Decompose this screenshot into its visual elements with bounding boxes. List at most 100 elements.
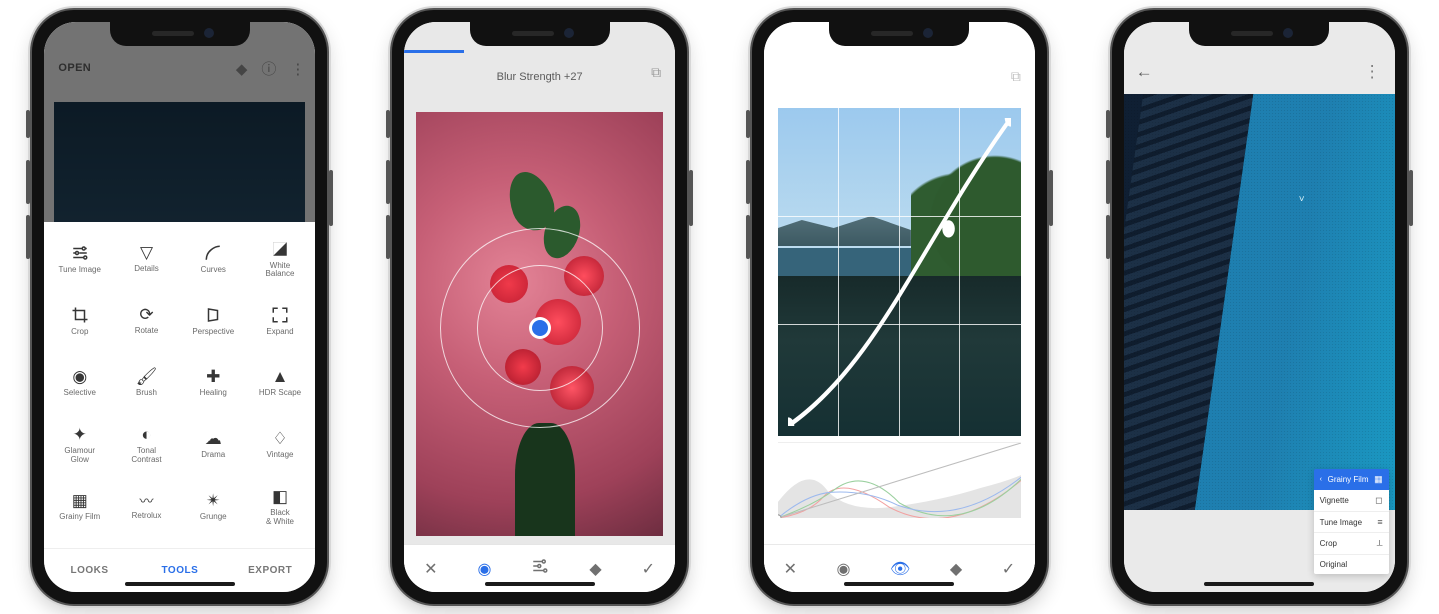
curves-icon [204,244,222,262]
stack-item-tune-image[interactable]: Tune Image ≡ [1314,512,1389,533]
tool-label: White Balance [266,262,295,279]
rotate-icon: ⟳ [139,306,153,323]
vintage-icon: ♢ [272,430,287,447]
white-balance-icon [271,240,289,258]
device-notch [110,22,250,46]
healing-icon: ✚ [206,368,220,385]
tool-label: HDR Scape [259,389,301,397]
stack-selected[interactable]: ‹ Grainy Film ▦ [1314,469,1389,490]
photo-canvas[interactable] [416,112,663,536]
curve-control[interactable] [788,118,1011,426]
device-notch [1189,22,1329,46]
stack-item-vignette[interactable]: Vignette ◻ [1314,490,1389,512]
invert-button[interactable]: ◆ [589,559,601,579]
details-icon: ▽ [140,244,153,261]
param-slider-fill [404,50,464,53]
eraser-button[interactable]: ◆ [950,559,962,579]
tool-label: Glamour Glow [64,447,95,464]
photo-canvas[interactable]: ˅ [1124,94,1395,510]
crop-mini-icon: ⟂ [1377,538,1383,549]
device-notch [829,22,969,46]
tool-label: Black & White [266,509,294,526]
home-indicator [844,582,954,586]
phone-curves: ⧉ [752,10,1047,604]
tool-details[interactable]: ▽ Details [113,228,180,290]
more-button[interactable]: ⋮ [1364,62,1381,82]
perspective-icon [204,306,222,324]
grunge-icon: ✴ [206,492,220,509]
tool-tune-image[interactable]: Tune Image [46,228,113,290]
param-readout: Blur Strength +27 [404,64,675,90]
crop-icon [71,306,89,324]
phone-lens-blur: Blur Strength +27 ⧉ ✕ ◉ ◆ [392,10,687,604]
phone-tools-panel: OPEN ◆ ⓘ ⋮ Tune Image ▽ Details [32,10,327,604]
back-button[interactable]: ← [1136,62,1153,82]
tool-label: Tonal Contrast [131,447,161,464]
tool-grunge[interactable]: ✴ Grunge [180,476,247,538]
tool-retrolux[interactable]: 〰 Retrolux [113,476,180,538]
tool-label: Expand [266,328,293,336]
apply-button[interactable]: ✓ [1002,559,1015,579]
channel-select-button[interactable]: 👁 [890,559,910,579]
stack-item-original[interactable]: Original [1314,555,1389,574]
device-notch [470,22,610,46]
stack-item-label: Crop [1320,539,1337,548]
tool-label: Healing [200,389,227,397]
tool-grainy-film[interactable]: ▦ Grainy Film [46,476,113,538]
tool-rotate[interactable]: ⟳ Rotate [113,290,180,352]
tool-white-balance[interactable]: White Balance [247,228,314,290]
grainy-film-mini-icon: ▦ [1374,474,1383,485]
glamour-glow-icon: ✦ [73,426,87,443]
cancel-button[interactable]: ✕ [784,559,797,579]
tab-looks[interactable]: LOOKS [44,549,134,592]
stack-item-label: Vignette [1320,496,1349,505]
tool-label: Details [134,265,158,273]
tool-crop[interactable]: Crop [46,290,113,352]
tool-drama[interactable]: ☁ Drama [180,414,247,476]
tool-label: Selective [64,389,96,397]
grainy-film-icon: ▦ [72,492,88,509]
stack-item-label: Original [1320,560,1348,569]
tools-sheet: Tune Image ▽ Details Curves White Balanc… [44,222,315,592]
tab-export[interactable]: EXPORT [225,549,315,592]
tool-label: Grainy Film [59,513,100,521]
vignette-mini-icon: ◻ [1375,495,1382,506]
tune-image-mini-icon: ≡ [1377,517,1382,527]
tools-grid: Tune Image ▽ Details Curves White Balanc… [44,222,315,548]
photo-canvas[interactable] [778,108,1021,436]
tool-label: Curves [201,266,226,274]
tool-label: Rotate [135,327,159,335]
home-indicator [125,582,235,586]
stack-item-label: Tune Image [1320,518,1362,527]
apply-button[interactable]: ✓ [642,559,655,579]
tool-hdr-scape[interactable]: ▲ HDR Scape [247,352,314,414]
compare-icon[interactable]: ⧉ [1011,68,1021,85]
tool-selective[interactable]: ◉ Selective [46,352,113,414]
sliders-icon [531,557,549,575]
shape-button[interactable]: ◉ [477,559,491,579]
tool-tonal-contrast[interactable]: ◐ Tonal Contrast [113,414,180,476]
stack-item-crop[interactable]: Crop ⟂ [1314,533,1389,555]
channel-luminance-button[interactable]: ◉ [837,559,851,579]
stem-decor [515,423,575,536]
tool-expand[interactable]: Expand [247,290,314,352]
tool-brush[interactable]: 🖌 Brush [113,352,180,414]
tool-healing[interactable]: ✚ Healing [180,352,247,414]
grain-overlay [1124,94,1395,510]
hdr-scape-icon: ▲ [272,368,289,385]
caret-left-icon: ‹ [1320,476,1322,483]
tool-vintage[interactable]: ♢ Vintage [247,414,314,476]
tool-perspective[interactable]: Perspective [180,290,247,352]
compare-icon[interactable]: ⧉ [651,64,661,81]
tool-black-white[interactable]: ◧ Black & White [247,476,314,538]
tool-label: Vintage [267,451,294,459]
param-slider-track[interactable] [404,50,675,53]
expand-icon [271,306,289,324]
tool-curves[interactable]: Curves [180,228,247,290]
tool-glamour-glow[interactable]: ✦ Glamour Glow [46,414,113,476]
adjust-button[interactable] [531,557,549,580]
focus-ring[interactable] [440,228,640,428]
cancel-button[interactable]: ✕ [424,559,437,579]
tool-label: Brush [136,389,157,397]
tonal-contrast-icon: ◐ [141,426,151,443]
